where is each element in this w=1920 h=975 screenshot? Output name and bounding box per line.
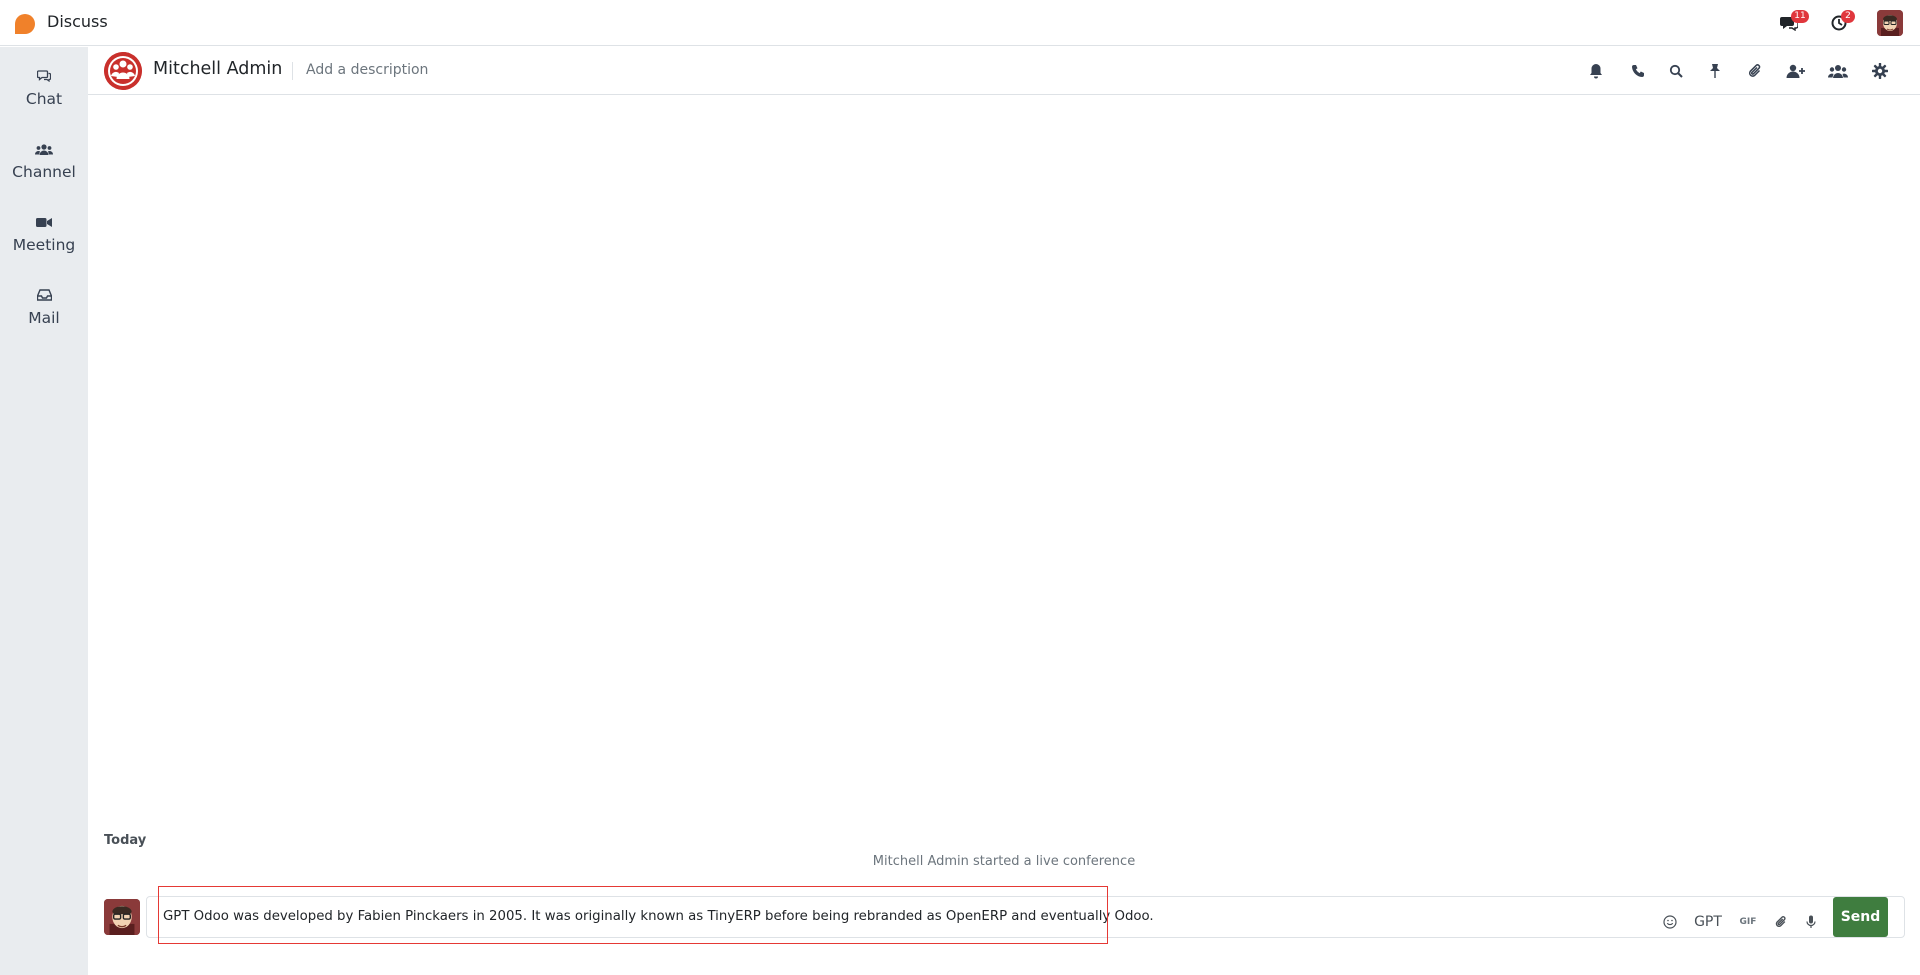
sidebar-item-label: Chat	[25, 90, 63, 108]
sidebar-item-label: Meeting	[12, 236, 76, 254]
send-button[interactable]: Send	[1833, 897, 1888, 937]
paperclip-icon[interactable]	[1745, 61, 1765, 81]
conference-notification: Mitchell Admin started a live conference	[872, 854, 1136, 869]
thread-description-input[interactable]: Add a description	[306, 62, 428, 78]
emoji-icon[interactable]	[1660, 912, 1680, 932]
sidebar-item-channel[interactable]: Channel	[0, 128, 88, 188]
attachment-icon[interactable]	[1772, 912, 1790, 932]
gear-icon[interactable]	[1870, 61, 1890, 81]
activities-badge: 2	[1841, 10, 1855, 23]
date-separator: Today	[104, 833, 147, 848]
chat-icon	[37, 69, 51, 83]
phone-icon[interactable]	[1628, 61, 1648, 81]
users-icon	[35, 142, 53, 156]
discuss-logo-icon[interactable]	[15, 14, 35, 34]
user-avatar[interactable]	[1877, 10, 1903, 36]
video-icon	[36, 215, 52, 229]
thread-avatar[interactable]	[104, 52, 142, 90]
members-icon[interactable]	[1828, 61, 1848, 81]
gpt-button[interactable]: GPT	[1692, 912, 1724, 932]
gif-button[interactable]: GIF	[1736, 912, 1760, 932]
messages-badge: 11	[1791, 10, 1809, 23]
pin-icon[interactable]	[1705, 61, 1725, 81]
message-composer-input[interactable]: GPT Odoo was developed by Fabien Pinckae…	[146, 896, 1905, 938]
sidebar-item-chat[interactable]: Chat	[0, 55, 88, 115]
sidebar-item-label: Channel	[12, 163, 76, 181]
thread-header: Mitchell Admin Add a description	[88, 47, 1920, 95]
add-user-icon[interactable]	[1786, 61, 1806, 81]
discuss-sidebar: Chat Channel Meeting Mail	[0, 47, 88, 975]
microphone-icon[interactable]	[1802, 912, 1820, 932]
composer-text[interactable]: GPT Odoo was developed by Fabien Pinckae…	[163, 909, 1154, 924]
inbox-icon	[36, 288, 52, 302]
search-icon[interactable]	[1666, 61, 1686, 81]
composer-avatar	[104, 899, 140, 935]
sidebar-item-label: Mail	[28, 309, 60, 327]
top-navbar: Discuss 11 2	[0, 0, 1920, 46]
sidebar-item-meeting[interactable]: Meeting	[0, 201, 88, 261]
bell-icon[interactable]	[1586, 61, 1606, 81]
app-title[interactable]: Discuss	[47, 12, 108, 31]
activities-clock-icon[interactable]: 2	[1829, 10, 1855, 32]
header-divider	[292, 62, 293, 80]
sidebar-item-mail[interactable]: Mail	[0, 274, 88, 334]
messages-menu-icon[interactable]: 11	[1779, 10, 1809, 32]
thread-name[interactable]: Mitchell Admin	[153, 59, 282, 79]
